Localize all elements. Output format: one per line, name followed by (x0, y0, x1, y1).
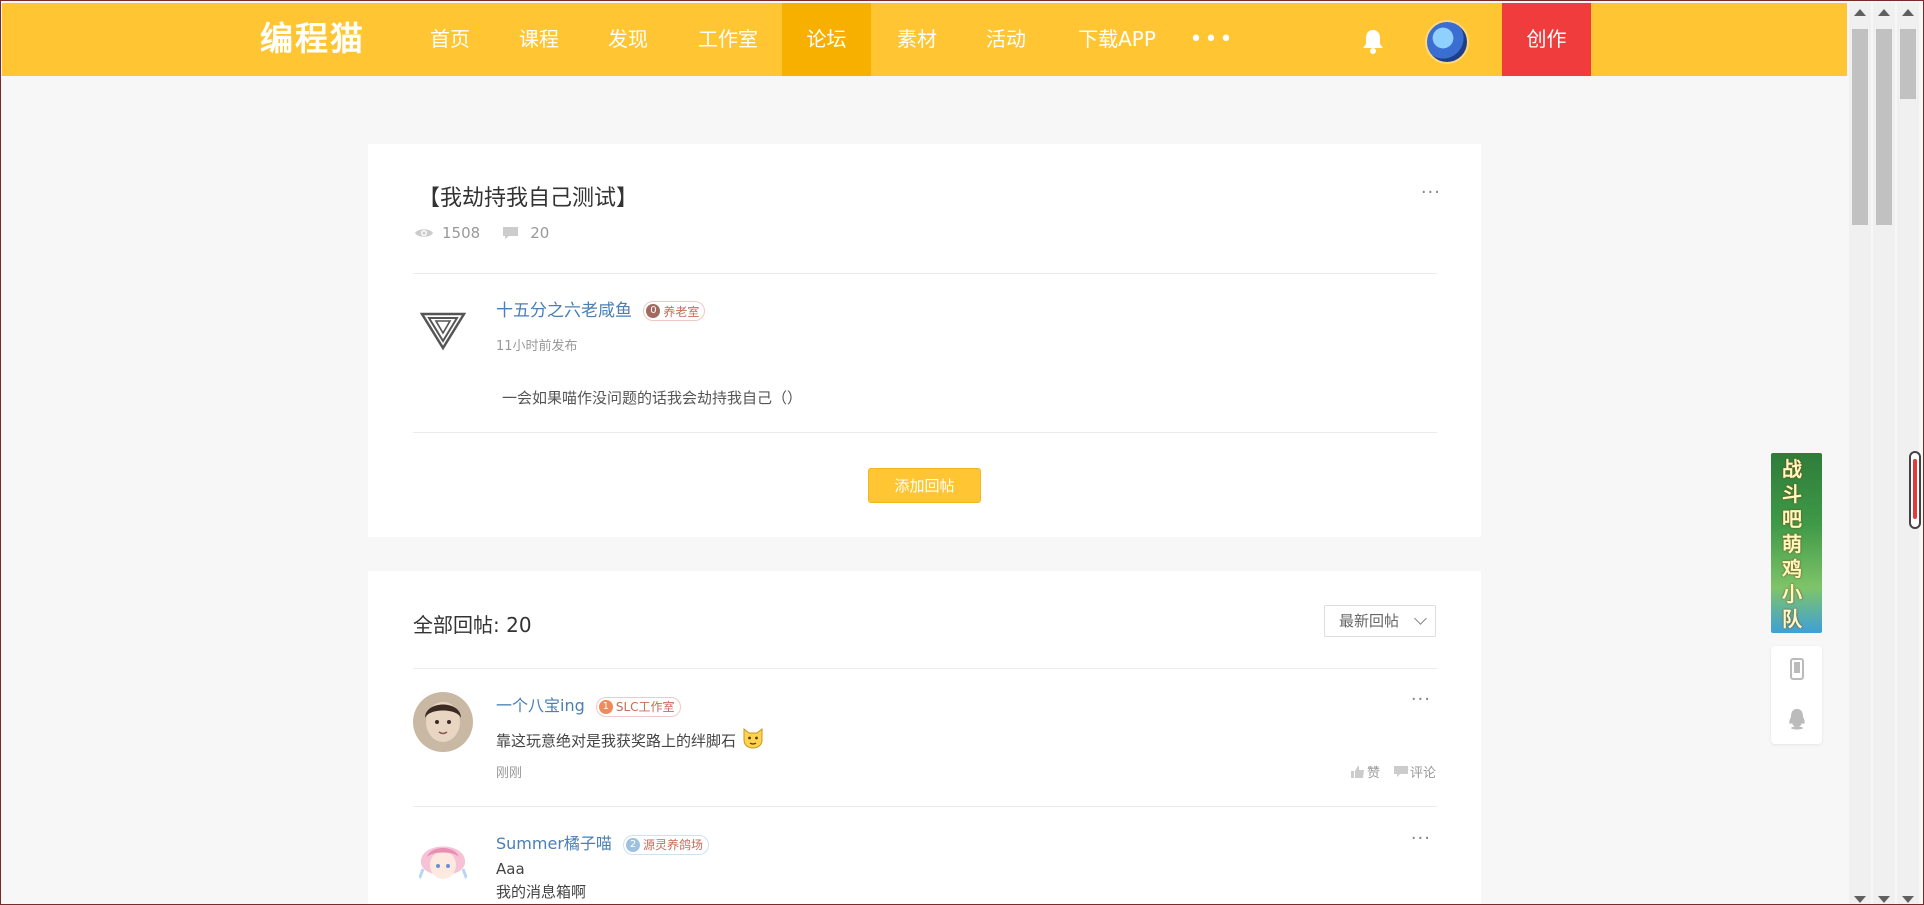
comment-button[interactable]: 评论 (1393, 762, 1436, 781)
divider (413, 273, 1437, 274)
scroll-thumb[interactable] (1900, 29, 1916, 99)
scroll-thumb[interactable] (1852, 29, 1868, 225)
author-avatar[interactable] (418, 304, 468, 354)
comment-icon (1393, 765, 1408, 777)
comment-label: 评论 (1409, 766, 1436, 781)
scroll-up-arrow-icon[interactable] (1902, 9, 1914, 16)
post-card: 【我劫持我自己测试】 ··· 1508 20 十五分之六老咸鱼 0 养老室 11… (368, 144, 1481, 537)
scroll-thumb[interactable] (1876, 29, 1892, 225)
side-toolbar (1771, 646, 1822, 744)
eye-icon (414, 226, 434, 240)
cat-emoji-icon (741, 726, 765, 757)
reply-author-name[interactable]: Summer橘子喵 (496, 834, 612, 853)
author-name-text[interactable]: 十五分之六老咸鱼 (496, 301, 632, 321)
bell-icon[interactable] (1359, 27, 1387, 55)
reply-actions: 赞 评论 (1337, 762, 1436, 781)
reply-author[interactable]: 一个八宝ing 1 SLC工作室 (496, 692, 681, 717)
site-logo[interactable]: 编程猫 (260, 17, 365, 61)
scroll-down-arrow-icon[interactable] (1902, 896, 1914, 903)
reply-more-icon[interactable]: ··· (1411, 828, 1431, 849)
nav-activities[interactable]: 活动 (966, 3, 1046, 76)
author-name[interactable]: 十五分之六老咸鱼 0 养老室 (496, 296, 706, 321)
post-time: 11小时前发布 (496, 339, 578, 354)
badge-level: 0 (646, 304, 661, 318)
post-stats: 1508 20 (414, 224, 571, 242)
sort-select[interactable]: 最新回帖 (1324, 605, 1436, 637)
reply-badge[interactable]: 2 源灵养鸽场 (623, 834, 710, 855)
author-badge[interactable]: 0 养老室 (643, 301, 706, 321)
scrollbar-outer[interactable] (1849, 3, 1871, 905)
reply-text-content: 靠这玩意绝对是我获奖路上的绊脚石 (496, 732, 737, 750)
nav-courses[interactable]: 课程 (499, 3, 579, 76)
badge-text: 源灵养鸽场 (643, 838, 704, 852)
scroll-down-arrow-icon[interactable] (1878, 896, 1890, 903)
reply-count: 全部回帖: 20 (413, 613, 532, 637)
scroll-up-arrow-icon[interactable] (1878, 9, 1890, 16)
qq-icon[interactable] (1787, 708, 1807, 730)
view-count: 1508 (442, 224, 481, 242)
scroll-up-arrow-icon[interactable] (1854, 9, 1866, 16)
reply-avatar[interactable] (413, 829, 473, 889)
add-reply-button[interactable]: 添加回帖 (868, 468, 981, 503)
badge-level: 2 (626, 837, 640, 852)
divider (413, 806, 1437, 807)
like-label: 赞 (1366, 766, 1380, 781)
chevron-down-icon (1414, 612, 1427, 625)
badge-level: 1 (598, 699, 613, 714)
thumbs-up-icon (1350, 765, 1364, 778)
scrollbar-middle[interactable] (1873, 3, 1895, 905)
comment-count: 20 (530, 224, 550, 242)
reply-author-name[interactable]: 一个八宝ing (496, 696, 585, 715)
reply-more-icon[interactable]: ··· (1411, 689, 1431, 710)
reply-text-line: Aaa (496, 860, 525, 878)
reply-text: 靠这玩意绝对是我获奖路上的绊脚石 (496, 726, 765, 757)
like-button[interactable]: 赞 (1350, 762, 1380, 781)
divider (413, 432, 1437, 433)
nav-materials[interactable]: 素材 (877, 3, 957, 76)
nav-home[interactable]: 首页 (410, 3, 490, 76)
badge-text: SLC工作室 (615, 700, 675, 714)
nav-studio[interactable]: 工作室 (682, 3, 774, 76)
reply-avatar[interactable] (413, 692, 473, 752)
mobile-icon[interactable] (1787, 658, 1807, 680)
reply-badge[interactable]: 1 SLC工作室 (595, 696, 681, 717)
sort-select-value: 最新回帖 (1339, 612, 1400, 630)
replies-card: 全部回帖: 20 最新回帖 一个八宝ing 1 SLC工作室 ··· 靠这玩意绝… (368, 571, 1481, 905)
post-title: 【我劫持我自己测试】 (418, 186, 639, 211)
user-avatar[interactable] (1425, 20, 1469, 64)
promo-banner[interactable]: 战斗吧萌鸡小队 (1771, 453, 1822, 633)
post-body: 一会如果喵作没问题的话我会劫持我自己（） (502, 389, 803, 407)
post-more-icon[interactable]: ··· (1421, 182, 1441, 203)
scroll-down-arrow-icon[interactable] (1854, 896, 1866, 903)
badge-text: 养老室 (663, 304, 700, 319)
create-button[interactable]: 创作 (1502, 3, 1591, 76)
reply-author[interactable]: Summer橘子喵 2 源灵养鸽场 (496, 830, 710, 855)
nav-discover[interactable]: 发现 (588, 3, 668, 76)
nav-more-icon[interactable]: ••• (1182, 3, 1242, 76)
reply-text-line: 我的消息箱啊 (496, 883, 587, 901)
reply-time: 刚刚 (496, 766, 523, 781)
divider (413, 668, 1437, 669)
promo-banner-text: 战斗吧萌鸡小队 (1782, 457, 1802, 631)
comment-icon (502, 226, 522, 240)
nav-download-app[interactable]: 下载APP (1062, 3, 1172, 76)
nav-forum[interactable]: 论坛 (782, 3, 871, 76)
page-scroll-indicator[interactable] (1909, 451, 1921, 529)
top-navbar: 编程猫 首页 课程 发现 工作室 论坛 素材 活动 下载APP ••• 创作 (2, 3, 1847, 76)
page-scroll-progress (1913, 459, 1917, 519)
